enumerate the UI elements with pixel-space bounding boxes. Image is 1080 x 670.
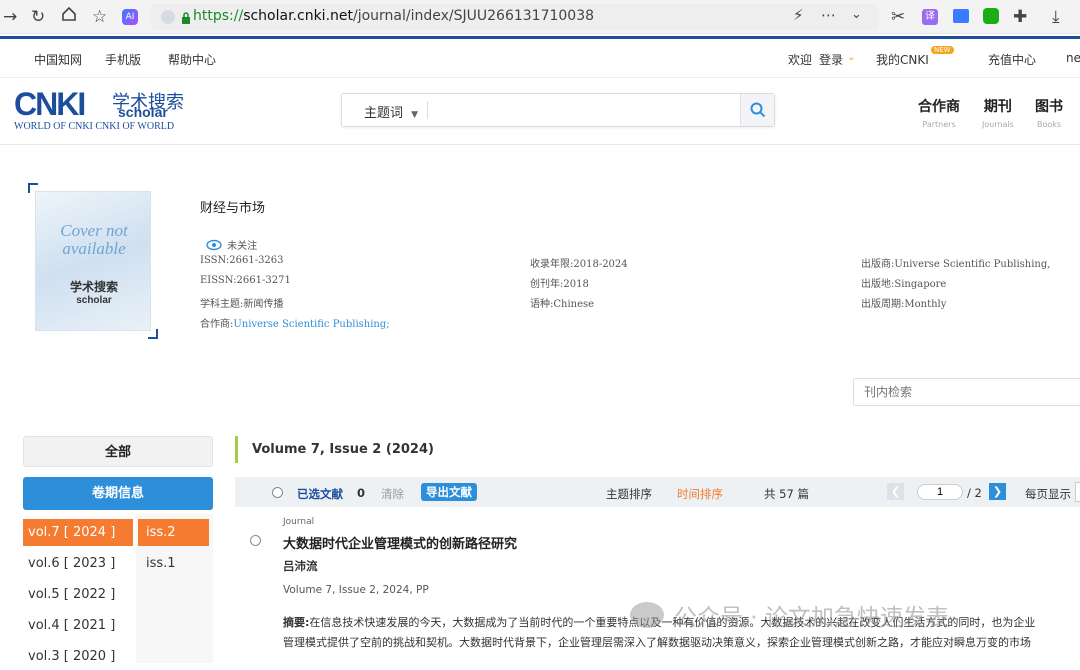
eye-icon (206, 239, 222, 250)
login-link[interactable]: 登录 (819, 51, 843, 68)
ai-icon[interactable]: AI (122, 9, 138, 25)
logo-scholar-text: scholar (118, 104, 168, 120)
language-text: 语种:Chinese (530, 299, 595, 310)
publisher-text: 出版商:Universe Scientific Publishing, (861, 259, 1051, 270)
page-input[interactable] (917, 484, 963, 500)
logo-cnki-text: CNKI (14, 86, 86, 122)
lightning-icon[interactable]: ⚡ (793, 6, 804, 24)
next-page-button[interactable]: ❯ (989, 483, 1006, 500)
search-icon (750, 102, 766, 118)
my-cnki-link[interactable]: 我的CNKI (876, 51, 929, 68)
scissors-icon[interactable]: ✂ (891, 6, 905, 28)
caret-down-icon: ▼ (411, 110, 419, 120)
volume-item-2022[interactable]: vol.5 [ 2022 ] (23, 581, 133, 608)
recharge-link[interactable]: 充值中心 (988, 51, 1036, 68)
volume-item-2024[interactable]: vol.7 [ 2024 ] (23, 519, 133, 546)
issue-item-2[interactable]: iss.2 (138, 519, 209, 546)
site-info-icon[interactable] (161, 10, 175, 24)
bookmark-star-icon[interactable]: ☆ (92, 6, 107, 28)
chevron-down-icon[interactable]: ⌄ (847, 52, 855, 63)
eissn-text: EISSN:2661-3271 (200, 275, 291, 286)
nav-link-cnki[interactable]: 中国知网 (34, 51, 82, 68)
volume-item-2023[interactable]: vol.6 [ 2023 ] (23, 550, 133, 577)
per-page-select[interactable] (1075, 482, 1080, 502)
clear-button[interactable]: 清除 (381, 486, 404, 502)
selected-count: 0 (357, 486, 366, 500)
years-text: 收录年限:2018-2024 (530, 259, 628, 270)
export-button[interactable]: 导出文献 (421, 483, 477, 501)
top-nav: 中国知网 手机版 帮助中心 欢迎 登录 ⌄ 我的CNKI NEW 充值中心 ne (0, 36, 1080, 76)
abstract-label: 摘要: (283, 616, 310, 629)
extensions-puzzle-icon[interactable]: ✚ (1013, 6, 1027, 28)
total-count: 共 57 篇 (764, 487, 809, 501)
journal-cover: Cover not available 学术搜索 scholar (28, 183, 158, 339)
nav-link-cut[interactable]: ne (1066, 51, 1080, 65)
divider (427, 101, 428, 119)
cnki-scholar-logo[interactable]: CNKI 学术搜索 scholar WORLD OF CNKI CNKI OF … (14, 86, 204, 136)
search-input[interactable] (432, 98, 732, 122)
results-toolbar: 已选文献 0 清除 导出文献 主题排序 时间排序 共 57 篇 ❮ / 2 ❯ … (235, 477, 1080, 507)
per-page-label: 每页显示 (1025, 487, 1071, 501)
wechat-icon (630, 602, 664, 628)
nav-link-mobile[interactable]: 手机版 (105, 51, 141, 68)
subject-text: 学科主题:新闻传播 (200, 299, 284, 310)
watermark-overlay: 公众号 · 论文加急快速发表 (630, 598, 949, 632)
sort-topic-button[interactable]: 主题排序 (606, 486, 652, 502)
sort-time-button[interactable]: 时间排序 (677, 486, 723, 502)
home-icon[interactable] (61, 6, 77, 28)
select-all-radio[interactable] (272, 487, 283, 498)
mail-icon[interactable] (953, 9, 969, 23)
page-total: / 2 (967, 486, 982, 500)
journal-title: 财经与市场 (200, 201, 266, 216)
browser-toolbar: → ↻ ☆ AI https://scholar.cnki.net/journa… (0, 0, 1080, 34)
journals-link[interactable]: 期刊 Journals (982, 96, 1014, 129)
selected-label[interactable]: 已选文献 (297, 486, 343, 502)
founded-text: 创刊年:2018 (530, 279, 589, 290)
frequency-text: 出版周期:Monthly (861, 299, 947, 310)
chevron-down-icon[interactable]: ⌄ (851, 7, 862, 22)
lock-icon (181, 10, 191, 29)
article-author[interactable]: 吕沛流 (283, 558, 318, 574)
partner-link[interactable]: Universe Scientific Publishing; (233, 319, 389, 330)
issue-heading: Volume 7, Issue 2 (2024) (252, 442, 434, 457)
article-meta: Volume 7, Issue 2, 2024, PP (283, 584, 429, 596)
issue-item-1[interactable]: iss.1 (138, 550, 209, 577)
nav-link-help[interactable]: 帮助中心 (168, 51, 216, 68)
place-text: 出版地:Singapore (861, 279, 947, 290)
new-badge: NEW (931, 46, 954, 54)
volume-info-header[interactable]: 卷期信息 (23, 477, 213, 510)
chat-icon[interactable] (983, 8, 999, 24)
cover-logo: 学术搜索 scholar (69, 280, 118, 306)
partners-link[interactable]: 合作商 Partners (918, 96, 960, 129)
more-dots-icon[interactable]: ⋯ (821, 6, 836, 24)
cover-not-available-text: Cover not available (60, 221, 128, 258)
article-title[interactable]: 大数据时代企业管理模式的创新路径研究 (283, 533, 517, 552)
issue-heading-bar (235, 436, 238, 463)
partner-info: 合作商:Universe Scientific Publishing; (200, 319, 390, 330)
site-header: CNKI 学术搜索 scholar WORLD OF CNKI CNKI OF … (0, 77, 1080, 145)
reload-icon[interactable]: ↻ (31, 6, 45, 28)
translate-icon[interactable]: 译 (922, 9, 938, 25)
search-button[interactable] (740, 94, 774, 126)
volume-item-2021[interactable]: vol.4 [ 2021 ] (23, 612, 133, 639)
url-text: https://scholar.cnki.net/journal/index/S… (193, 8, 595, 24)
back-arrow-icon[interactable]: → (3, 6, 17, 28)
inner-search-input[interactable] (853, 378, 1080, 406)
article-type: Journal (283, 517, 315, 527)
prev-page-button[interactable]: ❮ (887, 483, 904, 500)
search-box: 主题词 ▼ (341, 93, 775, 127)
search-type-select[interactable]: 主题词 ▼ (364, 102, 418, 121)
all-button[interactable]: 全部 (23, 436, 213, 467)
books-link[interactable]: 图书 Books (1035, 96, 1063, 129)
address-bar[interactable]: https://scholar.cnki.net/journal/index/S… (151, 4, 878, 30)
logo-tagline: WORLD OF CNKI CNKI OF WORLD (14, 121, 175, 132)
volume-item-2020[interactable]: vol.3 [ 2020 ] (23, 643, 133, 670)
article-select-radio[interactable] (250, 535, 261, 546)
issn-text: ISSN:2661-3263 (200, 255, 284, 266)
welcome-text: 欢迎 (788, 53, 813, 67)
download-icon[interactable]: ⤓ (1052, 6, 1060, 28)
follow-toggle[interactable]: 未关注 (206, 234, 257, 253)
